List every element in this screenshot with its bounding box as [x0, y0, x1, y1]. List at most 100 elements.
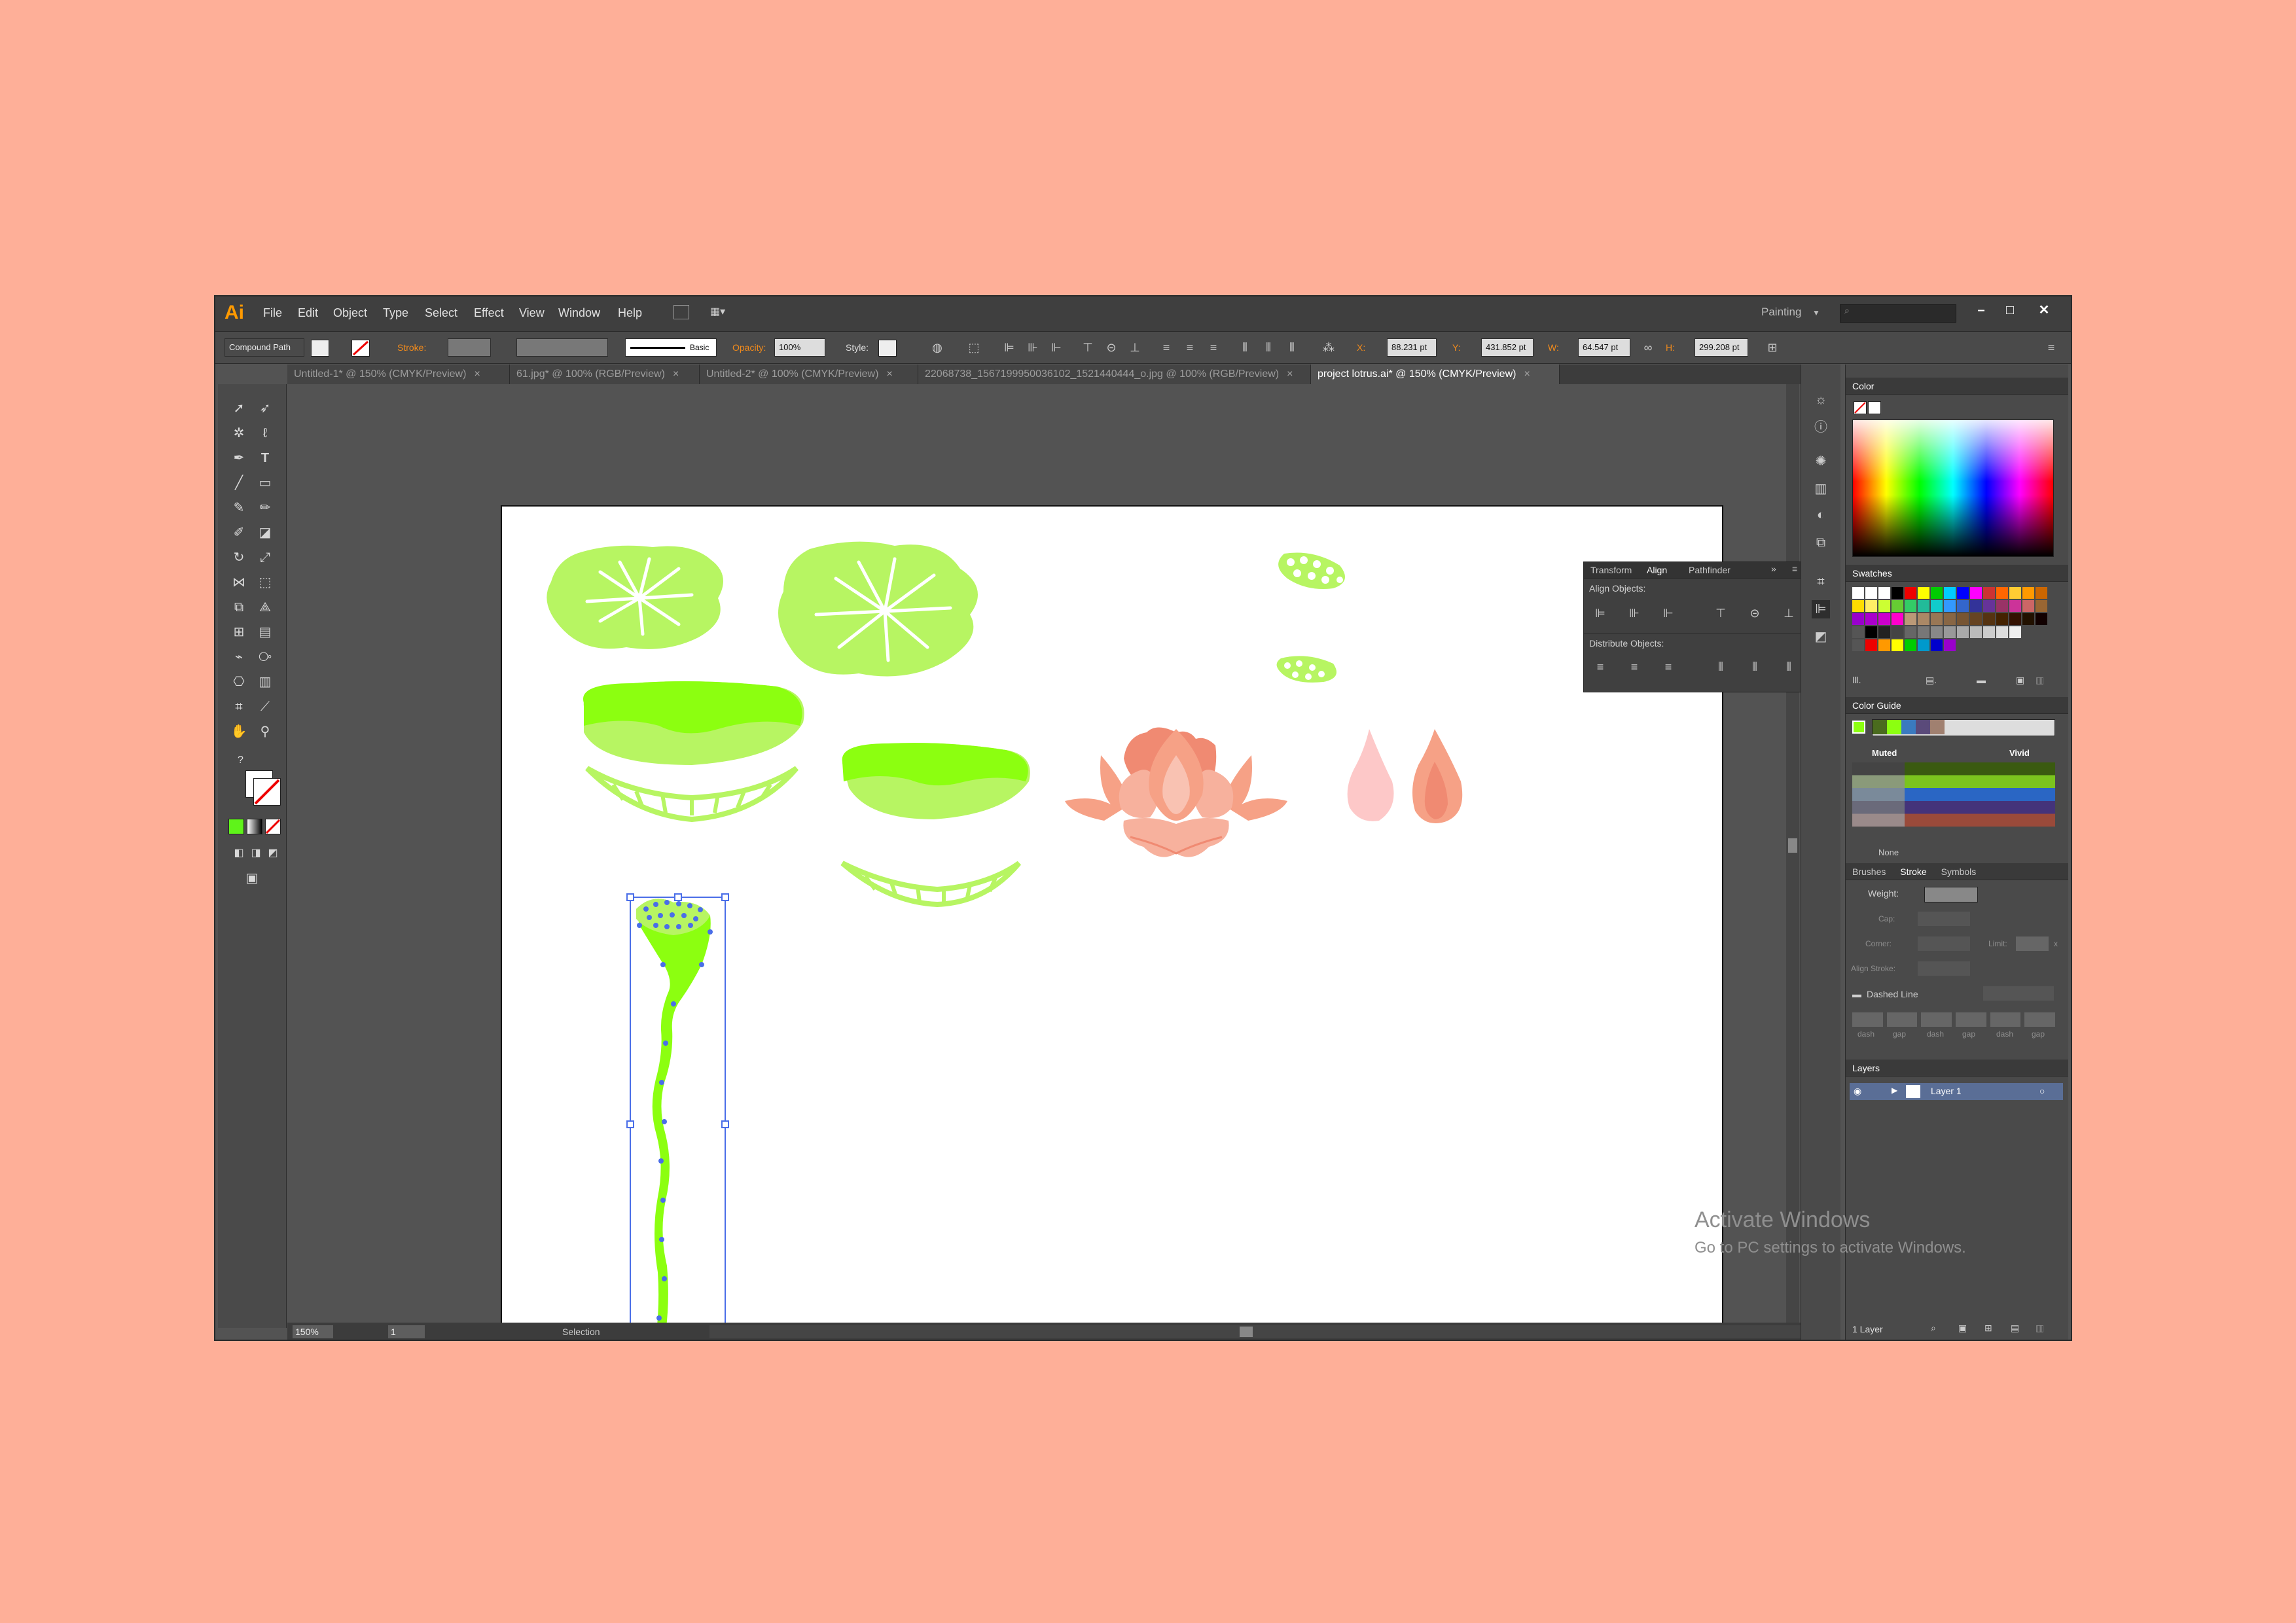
- seed-pod-small-1[interactable]: [1278, 552, 1345, 589]
- distribute-right-icon[interactable]: ⦀: [1780, 659, 1797, 675]
- transform-options-icon[interactable]: ⊞: [1764, 340, 1781, 355]
- bridge-icon[interactable]: [673, 305, 689, 319]
- artboard[interactable]: [501, 505, 1723, 1340]
- status-mode[interactable]: Selection: [562, 1327, 600, 1337]
- lotus-leaf-bowl-1[interactable]: [583, 681, 804, 823]
- zoom-field[interactable]: 150%: [293, 1325, 333, 1338]
- tab-61-jpg[interactable]: 61.jpg* @ 100% (RGB/Preview) ×: [510, 365, 700, 384]
- distribute-top-icon[interactable]: ≡: [1592, 659, 1609, 675]
- menu-effect[interactable]: Effect: [474, 306, 504, 320]
- layers-panel-header[interactable]: Layers: [1846, 1060, 2068, 1077]
- tab-untitled-1[interactable]: Untitled-1* @ 150% (CMYK/Preview) ×: [287, 365, 510, 384]
- dash-alignment-buttons[interactable]: [1983, 986, 2054, 1001]
- change-screen-mode-icon[interactable]: ▣: [240, 867, 264, 889]
- w-field[interactable]: 64.547 pt: [1578, 338, 1630, 357]
- align-right-icon[interactable]: ⊩: [1660, 605, 1677, 621]
- horizontal-scroll-thumb[interactable]: [1240, 1327, 1253, 1337]
- panel-collapse-icon[interactable]: »: [1771, 563, 1776, 574]
- cap-buttons[interactable]: [1918, 912, 1970, 926]
- stroke-swatch[interactable]: [351, 340, 370, 357]
- color-variations-grid[interactable]: [1852, 762, 2055, 827]
- distribute-right-icon[interactable]: ⦀: [1283, 340, 1300, 355]
- search-field[interactable]: ⌕: [1840, 304, 1956, 323]
- close-window-button[interactable]: ✕: [2030, 300, 2058, 320]
- align-bottom-icon[interactable]: ⊥: [1780, 605, 1797, 621]
- gradient-mode-icon[interactable]: [247, 819, 262, 834]
- lasso-tool-icon[interactable]: ℓ: [253, 422, 277, 444]
- expand-layer-icon[interactable]: ▶: [1892, 1086, 1897, 1095]
- harmony-rules-dropdown[interactable]: [1872, 719, 2055, 736]
- tab-transform[interactable]: Transform: [1590, 565, 1632, 575]
- new-sublayer-icon[interactable]: ⊞: [1984, 1323, 1992, 1334]
- vertical-scrollbar[interactable]: [1786, 384, 1799, 1323]
- layer-name[interactable]: Layer 1: [1931, 1086, 1962, 1096]
- swatch-options-icon[interactable]: ▤.: [1926, 675, 1937, 686]
- constrain-proportions-icon[interactable]: ∞: [1640, 340, 1657, 355]
- lotus-bud[interactable]: [1412, 729, 1463, 823]
- distribute-bottom-icon[interactable]: ≡: [1660, 659, 1677, 675]
- zoom-tool-icon[interactable]: ⚲: [253, 721, 277, 743]
- magic-wand-tool-icon[interactable]: ✲: [227, 422, 251, 444]
- new-layer-icon[interactable]: ▤: [2011, 1323, 2019, 1334]
- align-hcenter-icon[interactable]: ⊪: [1024, 340, 1041, 355]
- tab-stroke[interactable]: Stroke: [1900, 866, 1926, 877]
- align-left-icon[interactable]: ⊫: [1001, 340, 1018, 355]
- close-tab-icon[interactable]: ×: [1524, 368, 1530, 380]
- draw-inside-icon[interactable]: ◩: [261, 842, 285, 865]
- artboard-tool-icon[interactable]: ⌗: [227, 696, 251, 718]
- slice-tool-icon[interactable]: ⟋: [253, 696, 277, 718]
- pencil-tool-icon[interactable]: ✏: [253, 497, 277, 519]
- menu-help[interactable]: Help: [618, 306, 642, 320]
- appearance-icon[interactable]: ✺: [1812, 452, 1830, 471]
- lotus-leaf-top-1[interactable]: [547, 545, 723, 649]
- brightness-icon[interactable]: ☼: [1812, 391, 1830, 409]
- color-fill-proxy[interactable]: [1854, 401, 1867, 414]
- horizontal-scrollbar[interactable]: [709, 1325, 1809, 1338]
- locate-object-icon[interactable]: ⌕: [1931, 1323, 1936, 1334]
- stroke-color-swatch[interactable]: [253, 778, 281, 806]
- symbol-sprayer-tool-icon[interactable]: ⎔: [227, 671, 251, 693]
- blend-tool-icon[interactable]: ⧂: [253, 646, 277, 668]
- distribute-hcenter-icon[interactable]: ⦀: [1746, 659, 1763, 675]
- new-color-group-icon[interactable]: ▬: [1977, 675, 1986, 685]
- color-spectrum[interactable]: [1852, 419, 2054, 557]
- default-fill-stroke-icon[interactable]: ?: [238, 755, 252, 769]
- graphic-styles-icon[interactable]: ⧉: [1812, 533, 1830, 552]
- pen-tool-icon[interactable]: ✒: [227, 447, 251, 469]
- menu-window[interactable]: Window: [558, 306, 600, 320]
- close-tab-icon[interactable]: ×: [474, 368, 480, 380]
- corner-buttons[interactable]: [1918, 936, 1970, 951]
- arrange-documents-icon[interactable]: ▦▾: [710, 305, 736, 319]
- width-tool-icon[interactable]: ⋈: [227, 571, 251, 594]
- selection-tool-icon[interactable]: ➚: [227, 397, 251, 419]
- menu-object[interactable]: Object: [333, 306, 367, 320]
- stroke-label[interactable]: Stroke:: [397, 342, 426, 353]
- align-right-icon[interactable]: ⊩: [1048, 340, 1065, 355]
- canvas-area[interactable]: [287, 384, 1799, 1340]
- maximize-button[interactable]: □: [1996, 300, 2024, 320]
- eyedropper-tool-icon[interactable]: ⌁: [227, 646, 251, 668]
- delete-layer-icon[interactable]: ▥: [2036, 1323, 2044, 1334]
- eraser-tool-icon[interactable]: ◪: [253, 522, 277, 544]
- column-graph-tool-icon[interactable]: ▥: [253, 671, 277, 693]
- distribute-top-icon[interactable]: ≡: [1158, 340, 1175, 355]
- gradient-tool-icon[interactable]: ▤: [253, 621, 277, 643]
- lotus-petal[interactable]: [1347, 729, 1394, 821]
- align-bottom-icon[interactable]: ⊥: [1126, 340, 1143, 355]
- close-tab-icon[interactable]: ×: [886, 368, 892, 380]
- paintbrush-tool-icon[interactable]: ✎: [227, 497, 251, 519]
- tab-pathfinder[interactable]: Pathfinder: [1689, 565, 1731, 575]
- mesh-tool-icon[interactable]: ⊞: [227, 621, 251, 643]
- tab-brushes[interactable]: Brushes: [1852, 866, 1886, 877]
- tab-project-lotrus[interactable]: project lotrus.ai* @ 150% (CMYK/Preview)…: [1311, 365, 1560, 384]
- base-color-swatch[interactable]: [1852, 721, 1865, 734]
- delete-swatch-icon[interactable]: ▥: [2036, 675, 2044, 686]
- color-mode-icon[interactable]: [228, 819, 244, 834]
- close-tab-icon[interactable]: ×: [673, 368, 679, 380]
- menu-edit[interactable]: Edit: [298, 306, 318, 320]
- vertical-scroll-thumb[interactable]: [1788, 838, 1797, 853]
- distribute-left-icon[interactable]: ⦀: [1712, 659, 1729, 675]
- tab-22068738-jpg[interactable]: 22068738_1567199950036102_1521440444_o.j…: [918, 365, 1311, 384]
- h-field[interactable]: 299.208 pt: [1695, 338, 1748, 357]
- lotus-flower[interactable]: [1065, 727, 1287, 857]
